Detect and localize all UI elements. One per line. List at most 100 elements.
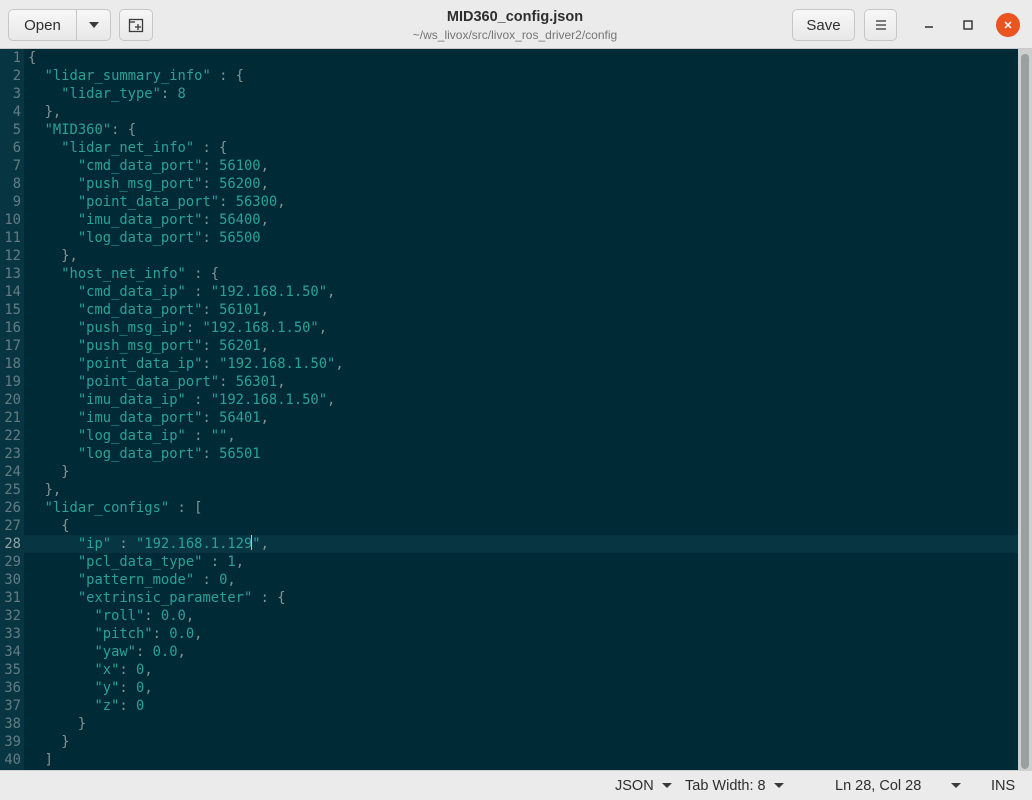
code-line[interactable]: 14 "cmd_data_ip" : "192.168.1.50", [0,283,1018,301]
code-line[interactable]: 18 "point_data_ip": "192.168.1.50", [0,355,1018,373]
line-text[interactable]: "imu_data_ip" : "192.168.1.50", [28,391,336,409]
line-text[interactable]: "lidar_summary_info" : { [28,67,244,85]
code-line[interactable]: 30 "pattern_mode" : 0, [0,571,1018,589]
line-text[interactable]: }, [28,247,78,265]
insert-mode-indicator[interactable]: INS [991,771,1015,800]
code-line[interactable]: 11 "log_data_port": 56500 [0,229,1018,247]
save-button[interactable]: Save [792,9,855,41]
line-text[interactable]: "point_data_ip": "192.168.1.50", [28,355,344,373]
line-text[interactable]: }, [28,103,62,121]
code-line[interactable]: 29 "pcl_data_type" : 1, [0,553,1018,571]
code-line[interactable]: 22 "log_data_ip" : "", [0,427,1018,445]
line-text[interactable]: "log_data_port": 56501 [28,445,261,463]
line-text[interactable]: "host_net_info" : { [28,265,219,283]
cursor-position[interactable]: Ln 28, Col 28 [835,771,921,800]
line-text[interactable]: "cmd_data_port": 56101, [28,301,269,319]
line-text[interactable]: ] [28,751,53,769]
close-window-button[interactable] [996,13,1020,37]
line-text[interactable]: "pattern_mode" : 0, [28,571,236,589]
code-line[interactable]: 28 "ip" : "192.168.1.129", [0,535,1018,553]
code-line[interactable]: 8 "push_msg_port": 56200, [0,175,1018,193]
code-line[interactable]: 1{ [0,49,1018,67]
scrollbar-thumb[interactable] [1021,54,1029,769]
line-text[interactable]: "cmd_data_ip" : "192.168.1.50", [28,283,336,301]
code-line[interactable]: 39 } [0,733,1018,751]
code-line[interactable]: 16 "push_msg_ip": "192.168.1.50", [0,319,1018,337]
code-line[interactable]: 12 }, [0,247,1018,265]
code-line[interactable]: 32 "roll": 0.0, [0,607,1018,625]
line-text[interactable]: "imu_data_port": 56400, [28,211,269,229]
code-line[interactable]: 20 "imu_data_ip" : "192.168.1.50", [0,391,1018,409]
code-line[interactable]: 31 "extrinsic_parameter" : { [0,589,1018,607]
line-text[interactable]: "y": 0, [28,679,152,697]
code-line[interactable]: 36 "y": 0, [0,679,1018,697]
code-line[interactable]: 23 "log_data_port": 56501 [0,445,1018,463]
line-text[interactable]: "ip" : "192.168.1.129", [28,535,269,553]
line-text[interactable]: "lidar_net_info" : { [28,139,227,157]
code-line[interactable]: 35 "x": 0, [0,661,1018,679]
open-recent-dropdown-button[interactable] [76,9,111,41]
code-line[interactable]: 37 "z": 0 [0,697,1018,715]
text-editor-area[interactable]: 1{2 "lidar_summary_info" : {3 "lidar_typ… [0,49,1032,770]
code-line[interactable]: 25 }, [0,481,1018,499]
code-line[interactable]: 24 } [0,463,1018,481]
code-line[interactable]: 26 "lidar_configs" : [ [0,499,1018,517]
line-text[interactable]: "push_msg_ip": "192.168.1.50", [28,319,327,337]
line-text[interactable]: }, [28,481,62,499]
code-line[interactable]: 3 "lidar_type": 8 [0,85,1018,103]
line-text[interactable]: "imu_data_port": 56401, [28,409,269,427]
open-button[interactable]: Open [8,9,77,41]
line-text[interactable]: "log_data_ip" : "", [28,427,236,445]
language-selector[interactable]: JSON [615,771,672,800]
line-text[interactable]: } [28,715,86,733]
cursor-position-menu-button[interactable] [951,771,961,800]
code-line[interactable]: 13 "host_net_info" : { [0,265,1018,283]
code-line[interactable]: 4 }, [0,103,1018,121]
line-text[interactable]: "pitch": 0.0, [28,625,202,643]
line-text[interactable]: "cmd_data_port": 56100, [28,157,269,175]
new-tab-button[interactable] [119,9,153,41]
minimize-button[interactable] [917,13,941,37]
code-line[interactable]: 27 { [0,517,1018,535]
line-text[interactable]: "point_data_port": 56300, [28,193,286,211]
line-text[interactable]: "lidar_type": 8 [28,85,186,103]
code-line[interactable]: 38 } [0,715,1018,733]
line-text[interactable]: "roll": 0.0, [28,607,194,625]
line-text[interactable]: } [28,733,69,751]
code-line[interactable]: 2 "lidar_summary_info" : { [0,67,1018,85]
line-text[interactable]: } [28,463,69,481]
code-line[interactable]: 7 "cmd_data_port": 56100, [0,157,1018,175]
tab-width-selector[interactable]: Tab Width: 8 [685,771,784,800]
code-line[interactable]: 9 "point_data_port": 56300, [0,193,1018,211]
code-line[interactable]: 21 "imu_data_port": 56401, [0,409,1018,427]
line-text[interactable]: "yaw": 0.0, [28,643,185,661]
code-line[interactable]: 34 "yaw": 0.0, [0,643,1018,661]
code-line[interactable]: 19 "point_data_port": 56301, [0,373,1018,391]
language-label: JSON [615,777,654,794]
maximize-button[interactable] [956,13,980,37]
line-text[interactable]: "z": 0 [28,697,144,715]
code-line[interactable]: 15 "cmd_data_port": 56101, [0,301,1018,319]
code-line[interactable]: 6 "lidar_net_info" : { [0,139,1018,157]
line-text[interactable]: "pcl_data_type" : 1, [28,553,244,571]
line-text[interactable]: { [28,49,36,67]
line-text[interactable]: "lidar_configs" : [ [28,499,203,517]
line-text[interactable]: "extrinsic_parameter" : { [28,589,286,607]
code-line[interactable]: 40 ] [0,751,1018,769]
code-lines[interactable]: 1{2 "lidar_summary_info" : {3 "lidar_typ… [0,49,1018,769]
line-text[interactable]: "push_msg_port": 56200, [28,175,269,193]
code-line[interactable]: 5 "MID360": { [0,121,1018,139]
window-title-block: MID360_config.json ~/ws_livox/src/livox_… [330,8,700,43]
code-line[interactable]: 17 "push_msg_port": 56201, [0,337,1018,355]
line-text[interactable]: "point_data_port": 56301, [28,373,286,391]
main-menu-button[interactable] [864,9,897,41]
line-text[interactable]: { [28,517,69,535]
line-text[interactable]: "x": 0, [28,661,152,679]
line-text[interactable]: "MID360": { [28,121,136,139]
line-text[interactable]: "log_data_port": 56500 [28,229,261,247]
code-line[interactable]: 10 "imu_data_port": 56400, [0,211,1018,229]
line-number: 26 [4,500,21,516]
vertical-scrollbar[interactable] [1018,49,1032,770]
line-text[interactable]: "push_msg_port": 56201, [28,337,269,355]
code-line[interactable]: 33 "pitch": 0.0, [0,625,1018,643]
